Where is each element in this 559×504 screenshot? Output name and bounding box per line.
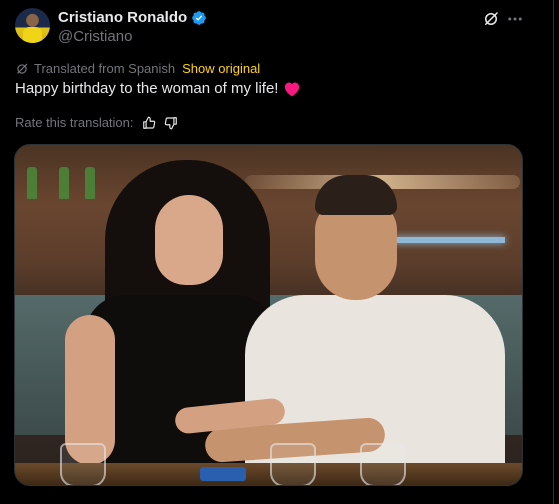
- thumbs-up-icon[interactable]: [142, 116, 156, 130]
- rate-translation-label: Rate this translation:: [15, 115, 134, 130]
- tweet-body: Happy birthday to the woman of my life!: [15, 80, 279, 97]
- avatar[interactable]: [15, 8, 50, 43]
- photo-blue-light: [385, 237, 505, 243]
- author-name-row: Cristiano Ronaldo: [58, 9, 207, 26]
- tweet-text: Happy birthday to the woman of my life!: [15, 80, 301, 97]
- photo-bottle: [59, 167, 69, 199]
- author-handle[interactable]: @Cristiano: [58, 28, 132, 45]
- show-original-link[interactable]: Show original: [182, 61, 260, 76]
- grok-icon[interactable]: [482, 10, 500, 28]
- photo-phone: [200, 467, 246, 481]
- thumbs-down-icon[interactable]: [164, 116, 178, 130]
- verified-badge-icon[interactable]: [191, 10, 207, 26]
- photo-woman-face: [155, 195, 223, 285]
- avatar-shirt: [23, 27, 42, 43]
- tweet-photo[interactable]: [14, 144, 523, 486]
- photo-glass: [360, 443, 406, 485]
- translate-icon: [15, 62, 29, 76]
- photo-man-face: [315, 200, 397, 300]
- column-divider: [553, 0, 554, 504]
- author-display-name[interactable]: Cristiano Ronaldo: [58, 9, 187, 26]
- avatar-head: [27, 14, 38, 27]
- photo-glass: [270, 443, 316, 485]
- translated-from-label: Translated from Spanish: [34, 61, 176, 76]
- photo-man-hair: [315, 175, 397, 215]
- red-heart-icon: [283, 80, 301, 97]
- photo-bottle: [85, 167, 95, 199]
- rate-translation-row: Rate this translation:: [15, 115, 178, 130]
- photo-glass: [60, 443, 106, 485]
- more-options-icon[interactable]: [506, 10, 524, 28]
- translation-notice: Translated from Spanish Show original: [15, 61, 260, 76]
- photo-bottle: [27, 167, 37, 199]
